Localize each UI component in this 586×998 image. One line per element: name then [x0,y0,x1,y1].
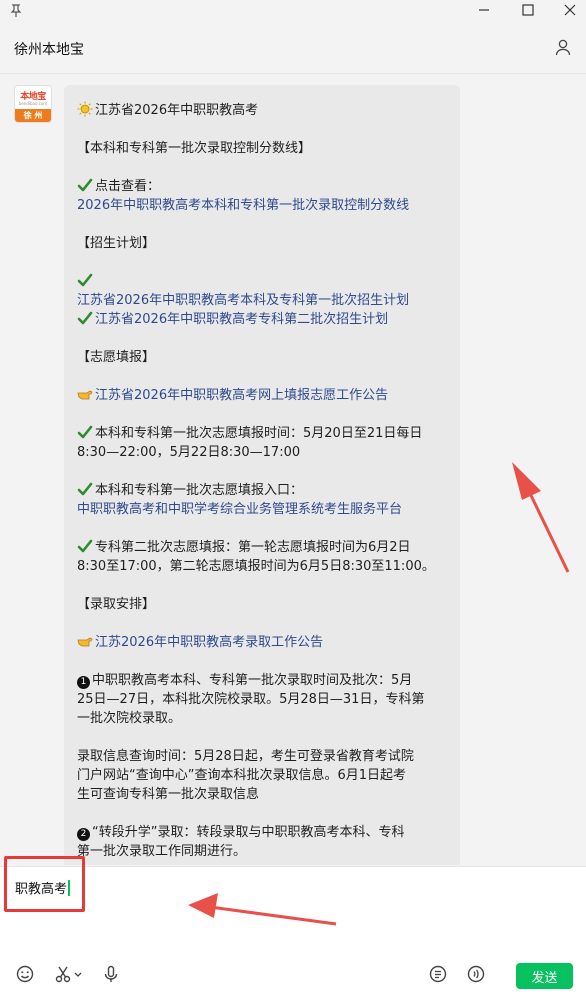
profile-icon[interactable] [554,38,572,56]
check-icon [77,539,93,553]
message-line: 生可查询专科第一批次录取信息 [77,787,260,802]
chat-header: 徐州本地宝 [0,22,586,74]
message-line: 本科和专科第一批次志愿填报时间：5月20日至21日每日 [77,424,422,443]
message-line: 【招生计划】 [77,236,156,251]
message-line: 江苏省2026年中职职教高考 [77,101,258,120]
message-line: 1 中职职教高考本科、专科第一批次录取时间及批次：5月 [77,671,412,690]
message-line: 2 “转段升学”录取：转段录取与中职职教高考本科、专科 [77,823,404,842]
score-line-link[interactable]: 2026年中职职教高考本科和专科第一批次录取控制分数线 [77,196,409,215]
admission-notice-link[interactable]: 江苏2026年中职职教高考录取工作公告 [77,633,323,652]
message-line: 本科和专科第一批次志愿填报入口： [77,481,303,500]
scissors-icon[interactable] [53,964,73,984]
emoji-icon[interactable] [15,964,35,984]
avatar-logo-url: bendibao.com [18,101,48,106]
message-line: 门户网站“查询中心”查询本科批次录取信息。6月1日起考 [77,768,407,783]
chevron-down-icon[interactable] [72,964,84,984]
check-icon [77,311,93,325]
service-platform-link[interactable]: 中职职教高考和中职学考综合业务管理系统考生服务平台 [77,500,402,519]
message-line: 专科第二批次志愿填报：第一轮志愿填报时间为6月2日 [77,538,411,557]
number-1-badge: 1 [77,676,90,689]
voice-call-icon[interactable] [466,964,486,984]
scrollbar[interactable] [578,75,584,865]
enrollment-plan-link-2[interactable]: 江苏省2026年中职职教高考专科第二批次招生计划 [77,310,388,329]
minimize-icon[interactable] [474,1,494,19]
close-icon[interactable] [560,1,580,19]
message-line: 8:30至17:00，第二轮志愿填报时间为6月5日8:30至11:00。 [77,559,435,574]
message-bubble[interactable]: 江苏省2026年中职职教高考 【本科和专科第一批次录取控制分数线】 点击查看： … [64,85,460,865]
number-2-badge: 2 [77,828,90,841]
application-notice-link[interactable]: 江苏省2026年中职职教高考网上填报志愿工作公告 [77,386,388,405]
message-line: 点击查看： [77,177,160,196]
check-icon [77,482,93,496]
enrollment-plan-link-1[interactable]: 江苏省2026年中职职教高考本科及专科第一批次招生计划 [77,291,409,310]
window-titlebar [0,0,586,22]
message-composer[interactable]: 职教高考 [0,866,586,998]
message-line: 【录取安排】 [77,597,156,612]
chat-history-icon[interactable] [428,964,448,984]
message-line: 一批次院校录取。 [77,711,182,726]
message-input[interactable]: 职教高考 [15,878,71,897]
text-caret [68,880,71,896]
check-icon [77,178,93,192]
maximize-icon[interactable] [518,1,538,19]
message-line: 录取信息查询时间：5月28日起，考生可登录省教育考试院 [77,749,414,764]
pointing-hand-icon [77,390,93,400]
sun-icon [77,101,93,117]
message-line: 【志愿填报】 [77,350,156,365]
message-line: 25日—27日，本科批次院校录取。5月28日—31日，专科第 [77,692,425,707]
message-line: 8:30—22:00，5月22日8:30—17:00 [77,445,301,460]
send-button[interactable]: 发送 [516,963,573,989]
message-line: 【本科和专科第一批次录取控制分数线】 [77,141,312,156]
avatar[interactable]: 本地宝 bendibao.com 徐 州 [14,85,52,123]
check-icon [77,273,93,287]
pointing-hand-icon [77,637,93,647]
pin-icon[interactable] [8,3,24,19]
message-line: 第一批次录取工作同期进行。 [77,844,247,859]
check-icon [77,425,93,439]
microphone-icon[interactable] [101,964,121,984]
avatar-city: 徐 州 [15,109,51,122]
message-list[interactable]: 本地宝 bendibao.com 徐 州 江苏省2026年中职职教高考 【本科和… [0,75,586,865]
message-line [77,272,95,291]
chat-title: 徐州本地宝 [14,42,84,58]
